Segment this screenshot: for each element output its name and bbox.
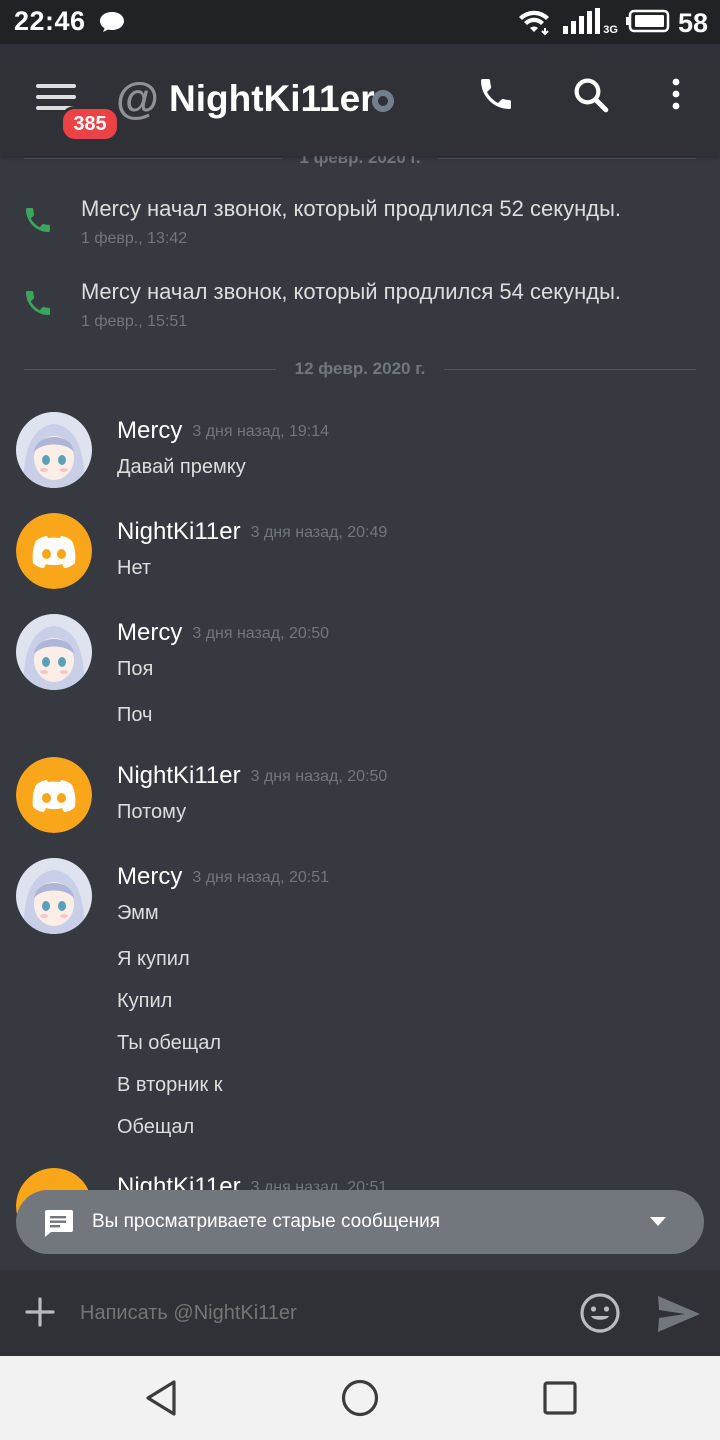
- message-author[interactable]: Mercy 3 дня назад, 19:14: [117, 417, 329, 445]
- network-type: 3G: [603, 23, 618, 36]
- old-messages-text: Вы просматриваете старые сообщения: [92, 1211, 441, 1232]
- recent-apps-icon[interactable]: [542, 1378, 578, 1423]
- send-icon[interactable]: [656, 1294, 702, 1339]
- battery-icon: [624, 9, 670, 38]
- wifi-icon: [517, 6, 551, 41]
- message-text: Давай премку: [117, 456, 246, 478]
- home-icon[interactable]: [340, 1378, 380, 1423]
- system-nav-bar: [0, 1356, 720, 1440]
- message-text: Поя: [117, 658, 154, 680]
- date-divider: 12 февр. 2020 г.: [24, 359, 696, 379]
- phone-icon[interactable]: [476, 74, 516, 119]
- message-text: В вторник к: [117, 1074, 223, 1096]
- message-author[interactable]: Mercy 3 дня назад, 20:51: [117, 863, 329, 891]
- avatar[interactable]: [16, 858, 92, 934]
- message-text: Я купил: [117, 948, 190, 970]
- avatar[interactable]: [16, 757, 92, 833]
- message-text: Поч: [117, 704, 153, 726]
- channel-header: 385 @ NightKi11er: [0, 44, 720, 156]
- message-text: Купил: [117, 990, 173, 1012]
- message-text: Ты обещал: [117, 1032, 221, 1054]
- message-author[interactable]: NightKi11er 3 дня назад, 20:49: [117, 518, 387, 546]
- message-timestamp: 3 дня назад, 20:50: [192, 625, 330, 642]
- message-input[interactable]: [80, 1302, 550, 1325]
- offline-status-icon: [372, 90, 394, 112]
- add-attachment-icon[interactable]: [24, 1296, 56, 1333]
- chevron-down-icon[interactable]: [650, 1217, 666, 1226]
- at-icon: @: [116, 74, 159, 123]
- phone-call-icon: [22, 204, 54, 241]
- message-text: Нет: [117, 557, 152, 579]
- message-author[interactable]: Mercy 3 дня назад, 20:50: [117, 619, 329, 647]
- avatar[interactable]: [16, 513, 92, 589]
- message-timestamp: 3 дня назад, 20:49: [250, 524, 388, 541]
- more-options-icon[interactable]: [664, 74, 688, 119]
- notification-badge: 385: [60, 106, 120, 142]
- status-time: 22:46: [14, 6, 86, 36]
- battery-level: 58: [677, 8, 708, 38]
- message-composer: [0, 1270, 720, 1356]
- message-timestamp: 3 дня назад, 19:14: [192, 423, 330, 440]
- call-message-time: 1 февр., 15:51: [81, 313, 188, 330]
- signal-icon: [561, 8, 601, 39]
- call-message-time: 1 февр., 13:42: [81, 230, 188, 247]
- emoji-icon[interactable]: [578, 1291, 622, 1340]
- message-text: Обещал: [117, 1116, 195, 1138]
- back-icon[interactable]: [142, 1378, 180, 1423]
- call-message-text: Mercy начал звонок, который продлился 52…: [81, 196, 622, 221]
- phone-call-icon: [22, 287, 54, 324]
- status-icons: 3G 58: [517, 6, 708, 41]
- search-icon[interactable]: [570, 74, 612, 121]
- message-text: Потому: [117, 801, 187, 823]
- message-timestamp: 3 дня назад, 20:51: [192, 869, 330, 886]
- chat-bubble-icon: [98, 10, 126, 39]
- message-author[interactable]: NightKi11er 3 дня назад, 20:50: [117, 762, 387, 790]
- date-divider-label: 12 февр. 2020 г.: [280, 359, 440, 378]
- message-icon: [42, 1208, 74, 1243]
- message-timestamp: 3 дня назад, 20:50: [250, 768, 388, 785]
- message-text: Эмм: [117, 902, 159, 924]
- jump-to-present-bar[interactable]: Вы просматриваете старые сообщения: [16, 1190, 704, 1254]
- avatar[interactable]: [16, 412, 92, 488]
- call-message-text: Mercy начал звонок, который продлился 54…: [81, 279, 622, 304]
- status-bar: 22:46 3G 58: [0, 0, 720, 44]
- avatar[interactable]: [16, 614, 92, 690]
- page-title[interactable]: NightKi11er: [169, 78, 375, 120]
